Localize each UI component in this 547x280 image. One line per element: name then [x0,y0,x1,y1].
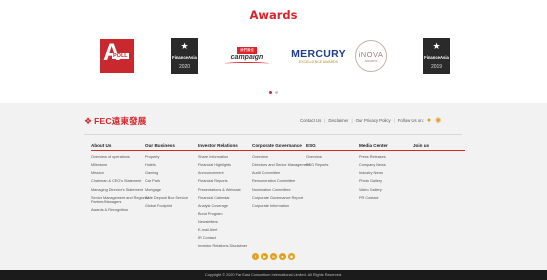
youtube-icon[interactable]: ▶ [261,253,268,260]
footer-column-join-us: Join us [413,143,465,155]
award-asiamoney-poll[interactable]: A POLL [98,38,136,74]
disclaimer-link[interactable]: Disclaimer [328,118,348,123]
award-financeasia-2020[interactable]: ★ FinanceAsia 2020 [171,38,198,74]
footer-link[interactable]: Industry News [359,171,421,176]
carousel-dot[interactable] [275,91,278,94]
carousel-dots [0,91,547,94]
footer-link[interactable]: E-mail Alert [198,228,260,233]
award-campaign[interactable]: 我們最佳 campaign [222,38,272,74]
footer-link[interactable]: Bond Program [198,212,260,217]
star-icon: ★ [180,41,189,51]
footer-link[interactable]: Financial Calendar [198,196,260,201]
copyright-text: Copyright © 2020 Far East Consortium Int… [204,273,343,277]
link-separator: | [324,118,326,123]
awards-title: Awards [249,8,298,22]
footer-link[interactable]: Corporate Governance Report [252,196,314,201]
footer-column-about-us: About Us Overview of operations Mileston… [91,143,153,216]
link-separator: | [393,118,395,123]
award-mercury[interactable]: MERCURY EXCELLENCE AWARDS [286,38,351,74]
footer-link[interactable]: PR Contact [359,196,421,201]
footer-link[interactable]: Remuneration Committee [252,179,314,184]
site-footer: ❖ FEC遠東發展 Contact Us | Disclaimer | Our … [0,103,547,270]
privacy-policy-link[interactable]: Our Privacy Policy [356,118,391,123]
awards-carousel: A POLL ★ FinanceAsia 2020 我們最佳 campaign … [98,38,450,74]
awards-section: Awards A POLL ★ FinanceAsia 2020 我們最佳 ca… [0,0,547,103]
social-icons-row: f ▶ in ● ◉ [0,253,547,260]
footer-link[interactable]: Video Gallery [359,188,421,193]
footer-link[interactable]: Overview of operations [91,155,153,160]
award-inova[interactable]: iNOVA AWARDS [350,38,392,74]
footer-link[interactable]: Awards & Recognition [91,208,153,213]
linkedin-icon[interactable]: in [270,253,277,260]
campaign-swoosh-icon [225,62,269,65]
footer-link[interactable]: Photo Gallery [359,179,421,184]
contact-us-link[interactable]: Contact Us [300,118,321,123]
footer-link[interactable]: Mission [91,171,153,176]
copyright-bar: Copyright © 2020 Far East Consortium Int… [0,270,547,280]
wechat-icon[interactable]: ● [427,117,431,124]
footer-link[interactable]: Nomination Committee [252,188,314,193]
footer-link[interactable]: Chairman & CEO's Statement [91,179,153,184]
footer-divider [84,134,462,135]
footer-link[interactable]: Financial Highlights [198,163,260,168]
follow-us-label: Follow Us on: [397,118,424,123]
column-heading[interactable]: About Us [91,143,153,152]
inova-logo: iNOVA AWARDS [355,40,387,72]
footer-link[interactable]: Overview [252,155,314,160]
column-heading[interactable]: Corporate Governance [252,143,314,152]
asiamoney-poll-logo: A POLL [100,39,134,73]
footer-link[interactable]: Senior Management and Regional Partner/M… [91,196,153,205]
award-financeasia-2019[interactable]: ★ FinanceAsia 2019 [423,38,450,74]
column-heading[interactable]: Investor Relations [198,143,260,152]
column-heading[interactable]: Join us [413,143,465,152]
footer-link[interactable]: Financial Reports [198,179,260,184]
fec-emblem-icon: ❖ [84,115,93,126]
fec-logo[interactable]: ❖ FEC遠東發展 [84,115,146,127]
wechat-icon[interactable]: ● [279,253,286,260]
footer-column-corporate-governance: Corporate Governance Overview Directors … [252,143,314,212]
footer-link[interactable]: Newsletters [198,220,260,225]
footer-link[interactable]: Announcement [198,171,260,176]
carousel-dot-active[interactable] [269,91,272,94]
footer-link[interactable]: IR Contact [198,236,260,241]
footer-link[interactable]: Milestone [91,163,153,168]
footer-link[interactable]: Directors and Senior Management [252,163,314,168]
star-icon: ★ [432,41,441,51]
footer-link[interactable]: Investor Relations Disclaimer [198,244,260,249]
footer-link[interactable]: Company News [359,163,421,168]
footer-link[interactable]: Analyst Coverage [198,204,260,209]
footer-column-investor-relations: Investor Relations Share Information Fin… [198,143,260,252]
footer-link[interactable]: Managing Director's Statement [91,188,153,193]
footer-link[interactable]: Corporate Information [252,204,314,209]
footer-link[interactable]: Audit Committee [252,171,314,176]
facebook-icon[interactable]: f [252,253,259,260]
weibo-icon[interactable]: ◉ [435,117,441,124]
footer-link[interactable]: Press Releases [359,155,421,160]
link-separator: | [351,118,353,123]
footer-top-links: Contact Us | Disclaimer | Our Privacy Po… [300,117,441,124]
footer-link[interactable]: Share Information [198,155,260,160]
weibo-icon[interactable]: ◉ [288,253,295,260]
footer-link[interactable]: Presentations & Webcast [198,188,260,193]
footer-column-media-center: Media Center Press Releases Company News… [359,143,421,204]
column-heading[interactable]: Media Center [359,143,421,152]
